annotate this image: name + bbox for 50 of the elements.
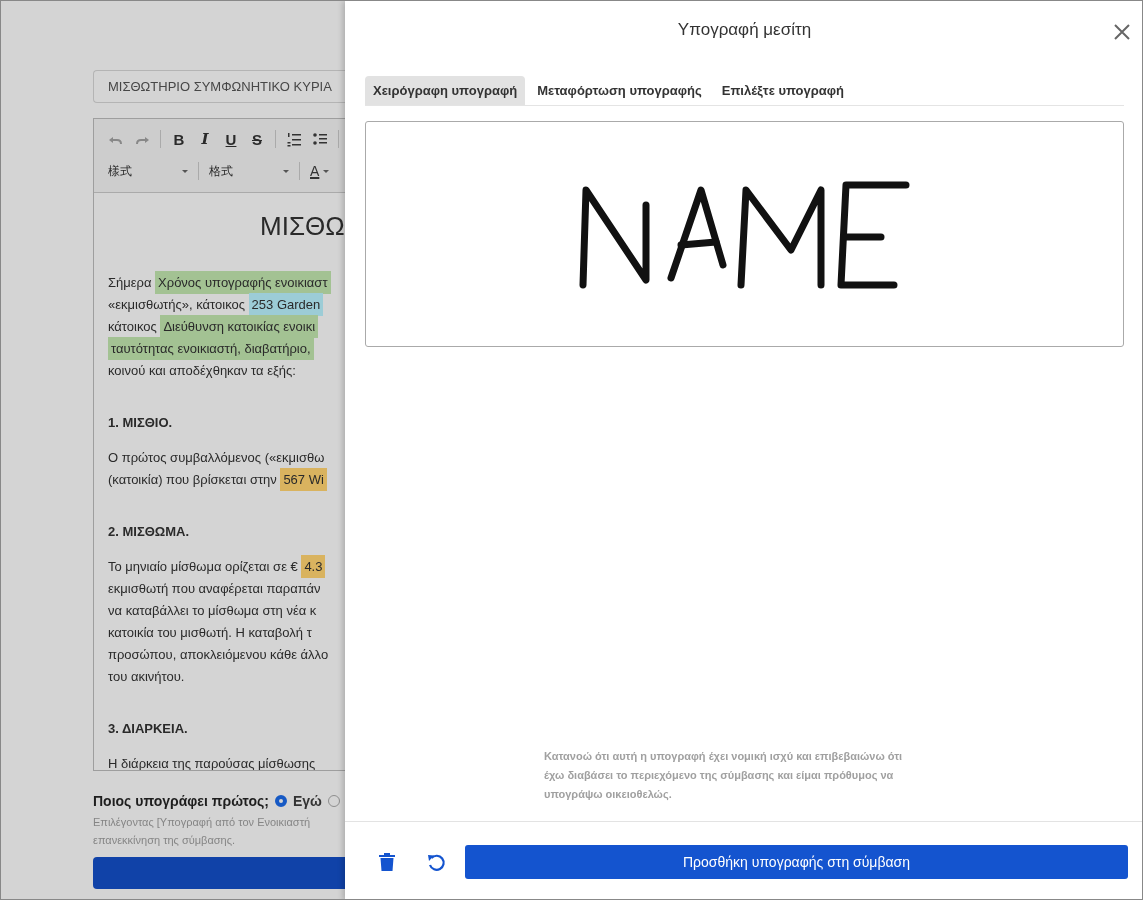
- format-button[interactable]: S: [249, 130, 265, 148]
- body-text: Η διάρκεια της παρούσας μίσθωσης: [108, 756, 316, 770]
- caret-icon: [283, 169, 289, 173]
- caret-icon: [323, 169, 330, 173]
- tab[interactable]: Μεταφόρτωση υπογραφής: [529, 76, 710, 105]
- trash-icon[interactable]: [378, 851, 396, 872]
- format-button[interactable]: I: [197, 130, 213, 148]
- format-dropdown[interactable]: 格式: [209, 162, 289, 180]
- body-text: να καταβάλλει το μίσθωμα στη νέα κ: [108, 603, 317, 618]
- section-heading: 2. ΜΙΣΘΩΜΑ.: [108, 523, 191, 541]
- bullet-list-icon[interactable]: [312, 131, 328, 147]
- add-signature-button[interactable]: Προσθήκη υπογραφής στη σύμβαση: [465, 844, 1128, 879]
- radio-label[interactable]: Εγώ: [292, 793, 322, 809]
- caret-icon: [182, 169, 188, 173]
- section-heading: 3. ΔΙΑΡΚΕΙΑ.: [108, 720, 189, 738]
- body-text: Το μηνιαίο μίσθωμα ορίζεται σε €: [108, 559, 299, 574]
- signature-pad[interactable]: [365, 121, 1124, 347]
- disclaimer-text: Κατανοώ ότι αυτή η υπογραφή έχει νομική ισχύ και επιβεβαιώνω ότι έχω διαβάσει το περιεχόμενο της σύμβασης και είμαι πρόθυμος να υπογράψω οικειοθελώς.: [544, 749, 904, 802]
- format-button[interactable]: B: [171, 130, 187, 148]
- document-heading: ΜΙΣΘΩ: [259, 210, 345, 243]
- body-text: του ακινήτου.: [108, 669, 185, 684]
- merge-field[interactable]: 253 Garden: [248, 293, 324, 316]
- merge-field[interactable]: ταυτότητας ενοικιαστή, διαβατήριο,: [108, 337, 314, 360]
- format-dropdown[interactable]: 樣式: [108, 162, 188, 180]
- body-text: (κατοικία) που βρίσκεται στην: [108, 472, 278, 487]
- dialog-title: Υπογραφή μεσίτη: [677, 20, 812, 40]
- body-text: κοινού και αποδέχθηκαν τα εξής:: [108, 363, 296, 378]
- question-label: Ποιος υπογράφει πρώτος;: [93, 793, 269, 809]
- hint-text: Επιλέγοντας [Υπογραφή από τον Ενοικιαστή: [93, 815, 312, 830]
- body-text: προσώπου, αποκλειόμενου κάθε άλλο: [108, 647, 329, 662]
- merge-field[interactable]: 567 Wi: [280, 468, 327, 491]
- tab[interactable]: Χειρόγραφη υπογραφή: [365, 76, 526, 105]
- body-text: κάτοικος: [108, 319, 158, 334]
- font-color-button[interactable]: A: [310, 163, 330, 179]
- format-button[interactable]: U: [223, 130, 239, 148]
- body-text: Σήμερα: [108, 275, 153, 290]
- numbered-list-icon[interactable]: [286, 131, 302, 147]
- merge-field[interactable]: 4.3: [301, 555, 326, 578]
- tab[interactable]: Επιλέξτε υπογραφή: [713, 76, 853, 105]
- close-icon[interactable]: [1114, 24, 1130, 40]
- body-text: κατοικία του μισθωτή. Η καταβολή τ: [108, 625, 312, 640]
- hint-text: επανεκκίνηση της σύμβασης.: [93, 833, 237, 848]
- merge-field[interactable]: Διεύθυνση κατοικίας ενοικι: [160, 315, 319, 338]
- body-text: εκμισθωτή που αναφέρεται παραπάν: [108, 581, 321, 596]
- body-text: Ο πρώτος συμβαλλόμενος («εκμισθω: [108, 450, 325, 465]
- title-field[interactable]: ΜΙΣΘΩΤΗΡΙΟ ΣΥΜΦΩΝΗΤΙΚΟ ΚΥΡΙΑ: [93, 70, 345, 103]
- section-heading: 1. ΜΙΣΘΙΟ.: [108, 414, 174, 432]
- radio-button[interactable]: [274, 795, 287, 807]
- merge-field[interactable]: Χρόνος υπογραφής ενοικιαστ: [155, 271, 331, 294]
- body-text: «εκμισθωτής», κάτοικος: [108, 297, 246, 312]
